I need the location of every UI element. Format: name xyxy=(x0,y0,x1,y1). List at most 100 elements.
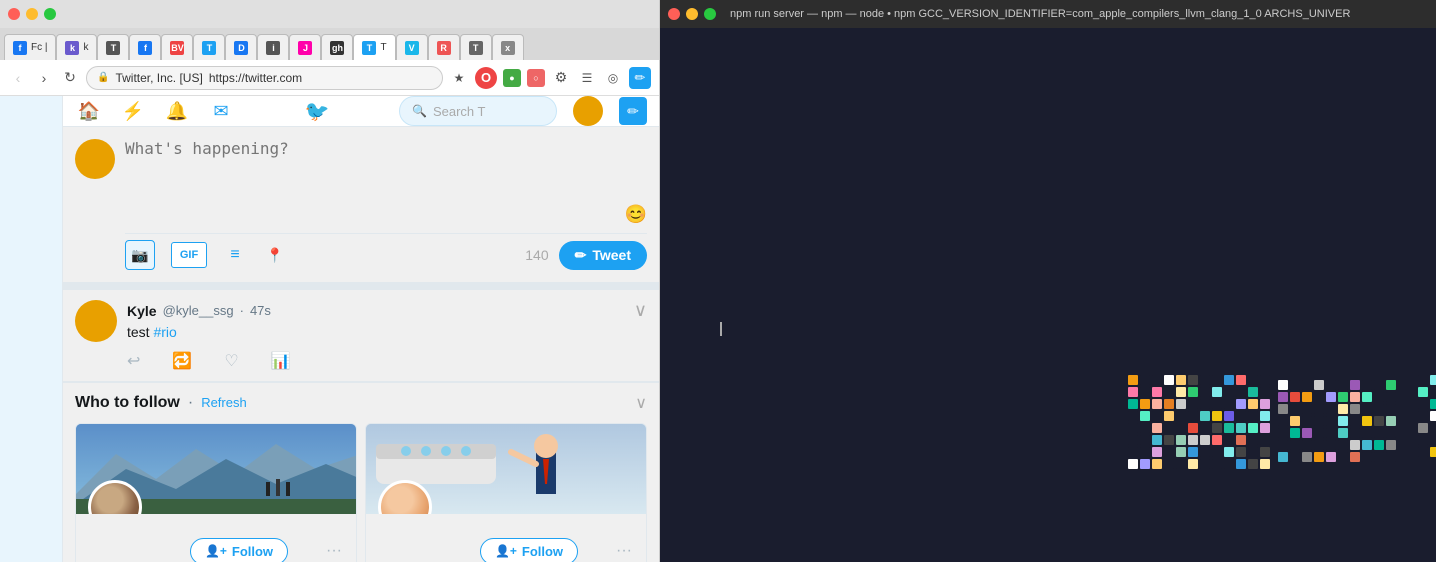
twitter-lightning-icon[interactable]: ⚡ xyxy=(119,97,147,125)
tab-k[interactable]: k k xyxy=(56,34,97,60)
tweet-compose-textarea[interactable] xyxy=(125,139,647,199)
twitter-profile-avatar[interactable] xyxy=(573,96,603,126)
tab-i[interactable]: i xyxy=(257,34,289,60)
camera-compose-icon[interactable]: 📷 xyxy=(125,240,155,270)
tweet-send-button[interactable]: ✏ Tweet xyxy=(559,241,647,270)
tweet-more-icon: ∨ xyxy=(634,300,647,320)
tweet-header: Kyle @kyle__ssg · 47s ∨ xyxy=(127,300,647,321)
tweet-stats-button[interactable]: 📊 xyxy=(271,351,291,371)
tweet-text-plain: test xyxy=(127,324,153,340)
url-text: https://twitter.com xyxy=(209,71,302,85)
obama-more-button[interactable]: ··· xyxy=(322,539,346,562)
obama-card-footer: 👤+ Follow ··· xyxy=(76,514,356,562)
who-to-follow-cards: 👤+ Follow ··· xyxy=(75,423,647,562)
list-compose-icon[interactable]: ≡ xyxy=(223,243,247,267)
obama-follow-label: Follow xyxy=(232,544,273,559)
tab-tx[interactable]: T xyxy=(460,34,492,60)
obama-follow-button[interactable]: 👤+ Follow xyxy=(190,538,288,562)
obama-cover-photo xyxy=(76,424,356,514)
extension-4-icon[interactable]: ☰ xyxy=(577,68,597,88)
maximize-button[interactable] xyxy=(44,8,56,20)
who-to-follow-refresh-link[interactable]: Refresh xyxy=(201,395,247,410)
tweet-like-button[interactable]: ♡ xyxy=(224,351,238,371)
tweet-timestamp: 47s xyxy=(250,303,271,318)
refresh-feed-icon[interactable]: ◎ xyxy=(603,68,623,88)
tab-facebook-1[interactable]: f Fc | xyxy=(4,34,56,60)
follow-person-icon: 👤+ xyxy=(205,544,227,558)
minimize-button[interactable] xyxy=(26,8,38,20)
compose-actions-row: 📷 GIF ≡ 📍 140 ✏ Tweet xyxy=(125,233,647,270)
terminal-cursor xyxy=(720,322,722,336)
tab-r[interactable]: R xyxy=(428,34,460,60)
company-name: Twitter, Inc. [US] xyxy=(115,71,202,85)
forward-button[interactable]: › xyxy=(34,68,54,88)
tab-t1[interactable]: T xyxy=(97,34,129,60)
follow-card-trump: 👤+ Follow ··· xyxy=(365,423,647,562)
tab-favicon-gh: gh xyxy=(330,41,344,55)
extension-1-icon[interactable]: ● xyxy=(503,69,521,87)
who-to-follow-chevron[interactable]: ∨ xyxy=(635,393,647,413)
trump-follow-label: Follow xyxy=(522,544,563,559)
tab-gh[interactable]: gh xyxy=(321,34,353,60)
twitter-home-icon[interactable]: 🏠 xyxy=(75,97,103,125)
who-to-follow-section: Who to follow · Refresh ∨ xyxy=(63,382,659,562)
address-bar[interactable]: 🔒 Twitter, Inc. [US] https://twitter.com xyxy=(86,66,443,90)
tab-label-k: k xyxy=(83,42,88,53)
opera-icon[interactable]: O xyxy=(475,67,497,89)
tweet-user-avatar[interactable] xyxy=(75,300,117,342)
twitter-search-bar[interactable]: 🔍 Search T xyxy=(399,96,557,126)
tweet-hashtag[interactable]: #rio xyxy=(153,324,176,340)
gif-compose-icon[interactable]: GIF xyxy=(171,242,207,268)
tab-j[interactable]: J xyxy=(289,34,321,60)
trump-follow-button[interactable]: 👤+ Follow xyxy=(480,538,578,562)
tab-favicon-fb2: f xyxy=(138,41,152,55)
tab-v[interactable]: V xyxy=(396,34,428,60)
browser-window: f Fc | k k T f BV T D i J gh xyxy=(0,0,660,562)
trump-more-button[interactable]: ··· xyxy=(612,539,636,562)
obama-avatar-image xyxy=(91,483,139,514)
terminal-close-button[interactable] xyxy=(668,8,680,20)
twitter-notifications-icon[interactable]: 🔔 xyxy=(163,97,191,125)
tweet-expand-btn[interactable]: ∨ xyxy=(634,300,647,321)
who-to-follow-dot: · xyxy=(188,394,193,412)
tab-favicon-x: x xyxy=(501,41,515,55)
tab-d[interactable]: D xyxy=(225,34,257,60)
tab-twitter-active[interactable]: T T xyxy=(353,34,395,60)
emoji-row: 😊 xyxy=(125,204,647,229)
navigation-bar: ‹ › ↻ 🔒 Twitter, Inc. [US] https://twitt… xyxy=(0,60,659,96)
tab-x[interactable]: x xyxy=(492,34,524,60)
extension-3-icon[interactable]: ⚙ xyxy=(551,68,571,88)
tweet-compose-box: 😊 📷 GIF ≡ 📍 140 ✏ T xyxy=(63,127,659,290)
trump-avatar-image xyxy=(381,483,429,514)
terminal-body[interactable] xyxy=(660,28,1436,562)
twitter-app-content: 🏠 ⚡ 🔔 ✉ 🐦 🔍 Search T ✏ xyxy=(0,96,659,562)
close-button[interactable] xyxy=(8,8,20,20)
follow-person-icon-2: 👤+ xyxy=(495,544,517,558)
who-to-follow-title: Who to follow xyxy=(75,394,180,412)
edit-icon[interactable]: ✏ xyxy=(629,67,651,89)
tweet-retweet-button[interactable]: 🔁 xyxy=(172,351,192,371)
twitter-nav-toolbar: 🏠 ⚡ 🔔 ✉ 🐦 🔍 Search T ✏ xyxy=(63,96,659,127)
tweet-reply-button[interactable]: ↩ xyxy=(127,351,140,371)
emoji-icon[interactable]: 😊 xyxy=(625,204,647,225)
extension-2-icon[interactable]: ○ xyxy=(527,69,545,87)
reload-button[interactable]: ↻ xyxy=(60,68,80,88)
back-button[interactable]: ‹ xyxy=(8,68,28,88)
tab-bv[interactable]: BV xyxy=(161,34,193,60)
tab-fb2[interactable]: f xyxy=(129,34,161,60)
twitter-messages-icon[interactable]: ✉ xyxy=(207,97,235,125)
tweet-author-handle: @kyle__ssg xyxy=(163,303,234,318)
tweet-body: Kyle @kyle__ssg · 47s ∨ test #rio ↩ 🔁 xyxy=(127,300,647,371)
tab-favicon-i: i xyxy=(266,41,280,55)
search-icon: 🔍 xyxy=(412,104,427,118)
star-icon[interactable]: ★ xyxy=(449,68,469,88)
location-compose-icon[interactable]: 📍 xyxy=(263,243,287,267)
terminal-maximize-button[interactable] xyxy=(704,8,716,20)
compose-media-icons: 📷 GIF ≡ 📍 xyxy=(125,240,287,270)
twitter-bird-logo: 🐦 xyxy=(305,99,330,124)
search-placeholder-text: Search T xyxy=(433,104,486,119)
terminal-minimize-button[interactable] xyxy=(686,8,698,20)
twitter-compose-button[interactable]: ✏ xyxy=(619,97,647,125)
tab-favicon-t1: T xyxy=(106,41,120,55)
tab-tw1[interactable]: T xyxy=(193,34,225,60)
